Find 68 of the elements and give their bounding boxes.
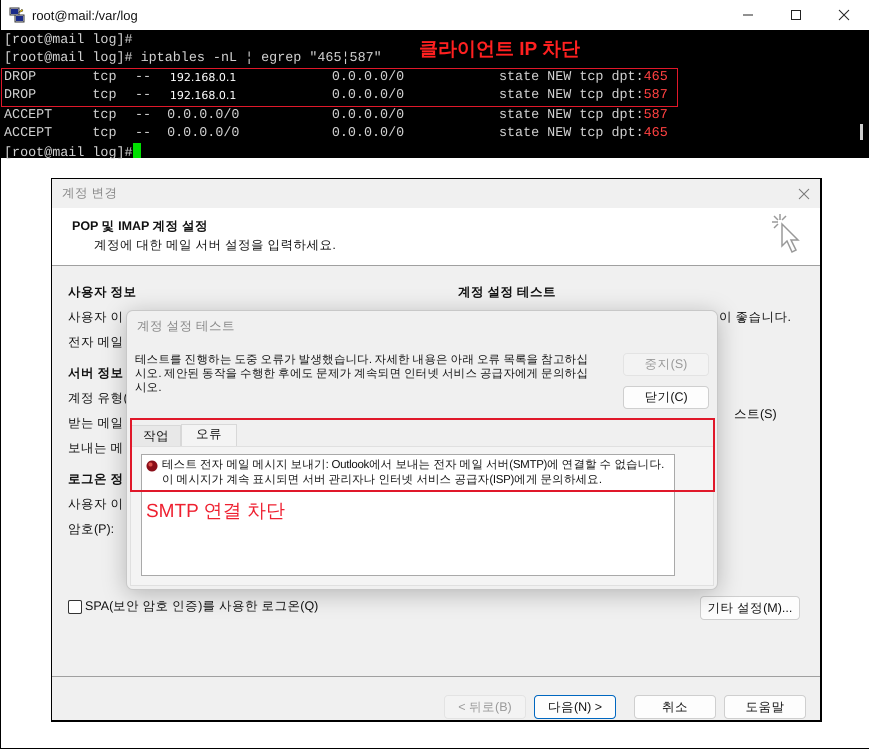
rule-port: 465 [644,124,668,143]
rule-port: 587 [644,87,668,106]
field-label: 스트(S) [734,406,777,423]
dialog-title: 계정 변경 [62,185,118,202]
error-text: 테스트 전자 메일 메시지 보내기: Outlook에서 보내는 전자 메일 서버(SMTP)에 연결할 수 없습니다. 이 메시지가 계속 표시되면 서버 관리자나 인터넷 서비스 공급자(ISP)에게 문의하세요. [162,458,665,488]
rule-port: 587 [644,107,668,125]
rule-destination: 0.0.0.0/0 [332,68,406,87]
dialog-button[interactable]: 닫기(C) [623,386,709,409]
dialog-button[interactable]: 다음(N) > [534,695,616,719]
rule-port: 465 [644,68,668,87]
dialog-subheading: 계정에 대한 메일 서버 설정을 입력하세요. [93,237,336,254]
field-label: 암호(P): [68,521,114,538]
rule-target: DROP [4,87,38,106]
terminal-app-icon [9,7,25,23]
rule-match: state NEW tcp dpt: [498,68,644,87]
rule-match: state NEW tcp dpt: [498,107,644,125]
field-label: 사용자 이 [68,496,124,513]
terminal-line: [root@mail log]# iptables -nL ¦ egrep "465¦587" [4,50,382,68]
dialog-button[interactable]: 취소 [634,695,716,719]
rule-match: state NEW tcp dpt: [498,124,644,143]
rule-target: ACCEPT [4,124,54,143]
maximize-icon[interactable] [790,9,802,21]
terminal-prompt: [root@mail log]# [4,146,133,161]
rule-source: 192.168.0.1 [168,89,236,102]
checkbox-label: SPA(보안 암호 인증)를 사용한 로그온(Q) [85,598,318,615]
rule-destination: 0.0.0.0/0 [332,87,406,106]
tab[interactable]: 오류 [181,424,237,446]
rule-destination: 0.0.0.0/0 [332,124,406,143]
field-label: 사용자 이 [68,309,124,326]
field-label: 보내는 메 [68,440,124,457]
rule-option: -- [134,107,168,125]
rule-source: 0.0.0.0/0 [167,126,240,141]
close-icon[interactable] [838,9,850,21]
error-message: 테스트를 진행하는 도중 오류가 발생했습니다. 자세한 내용은 아래 오류 목록을 참고하십시오. 제안된 동작을 수행한 후에도 문제가 계속되면 인터넷 서비스 공급자에게 문의하십시오. [135,353,590,396]
rule-target: DROP [4,68,38,87]
rule-protocol: tcp [92,107,118,125]
dialog-button[interactable]: 도움말 [724,695,806,719]
terminal-line: [root@mail log]# [4,32,133,50]
checkbox[interactable] [68,600,82,614]
rule-protocol: tcp [92,124,118,143]
field-label: 받는 메일 [68,415,124,432]
rule-option: -- [134,124,168,143]
annotation-label: SMTP 연결 차단 [146,500,285,524]
field-label: 계정 유형( [68,390,128,407]
dialog-heading: POP 및 IMAP 계정 설정 [72,218,210,235]
scrollbar-thumb[interactable] [860,124,863,140]
field-label: 이 좋습니다. [719,309,791,326]
cursor-block [132,142,141,158]
tab[interactable]: 작업 [131,425,181,446]
error-icon [146,460,158,472]
section-heading: 계정 설정 테스트 [458,284,556,301]
rule-destination: 0.0.0.0/0 [332,107,406,125]
rule-protocol: tcp [92,87,118,106]
dialog-title: 계정 설정 테스트 [136,318,236,335]
rule-match: state NEW tcp dpt: [498,87,644,106]
more-settings-button[interactable]: 기타 설정(M)... [700,596,800,620]
section-heading: 로그온 정 [68,471,124,488]
rule-option: -- [134,68,168,88]
rule-source: 0.0.0.0/0 [167,108,240,124]
window-title: root@mail:/var/log [32,8,138,22]
section-heading: 사용자 정보 [68,284,136,301]
rule-protocol: tcp [92,68,118,87]
section-heading: 서버 정보 [68,365,124,382]
rule-target: ACCEPT [4,107,54,125]
annotation-label: 클라이언트 IP 차단 [419,38,580,62]
rule-option: -- [134,87,168,106]
rule-source: 192.168.0.1 [168,70,236,84]
field-label: 전자 메일 [68,334,124,351]
